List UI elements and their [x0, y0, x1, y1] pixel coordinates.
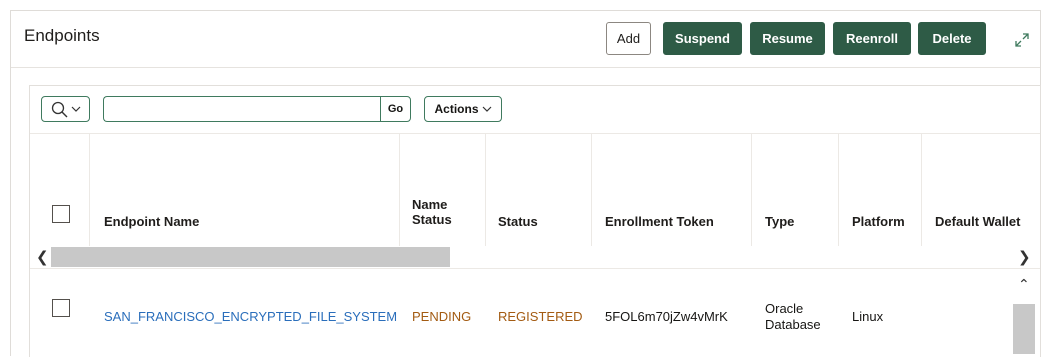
- column-separator: [89, 134, 90, 246]
- resume-button[interactable]: Resume: [750, 22, 825, 55]
- column-header-name-status-line2: Status: [412, 212, 452, 227]
- column-separator: [591, 134, 592, 246]
- column-header-name-status[interactable]: Name Status: [412, 197, 452, 227]
- column-separator: [921, 134, 922, 246]
- go-button[interactable]: Go: [380, 96, 411, 122]
- type-cell-line1: Oracle: [765, 301, 804, 316]
- select-all-checkbox[interactable]: [52, 205, 70, 223]
- column-separator: [838, 134, 839, 246]
- chevron-down-icon: [71, 106, 80, 112]
- column-header-status[interactable]: Status: [498, 214, 538, 229]
- scroll-up-icon[interactable]: ⌃: [1018, 276, 1030, 293]
- search-column-menu[interactable]: [41, 96, 90, 122]
- vertical-scroll-thumb[interactable]: [1013, 304, 1035, 354]
- search-input[interactable]: [103, 96, 380, 122]
- row-select-checkbox[interactable]: [52, 299, 70, 317]
- enrollment-token-cell: 5FOL6m70jZw4vMrK: [605, 309, 728, 324]
- add-button[interactable]: Add: [606, 22, 651, 55]
- column-separator: [751, 134, 752, 246]
- actions-menu-button[interactable]: Actions: [424, 96, 502, 122]
- endpoint-name-link[interactable]: SAN_FRANCISCO_ENCRYPTED_FILE_SYSTEM: [104, 309, 397, 325]
- type-cell-line2: Database: [765, 317, 821, 332]
- column-separator: [399, 134, 400, 246]
- report-grid: Go Actions Endpoint Name Name Status Sta…: [29, 85, 1041, 358]
- column-header-endpoint-name[interactable]: Endpoint Name: [104, 214, 199, 229]
- column-separator: [485, 134, 486, 246]
- grid-header-top-line: [30, 133, 1040, 134]
- region-title: Endpoints: [24, 26, 100, 45]
- actions-label: Actions: [434, 102, 479, 116]
- name-status-cell: PENDING: [412, 309, 472, 324]
- endpoints-region: Endpoints Add Suspend Resume Reenroll De…: [10, 10, 1041, 358]
- horizontal-scrollbar[interactable]: ❮ ❯: [30, 246, 1040, 268]
- delete-button[interactable]: Delete: [918, 22, 986, 55]
- status-cell: REGISTERED: [498, 309, 583, 324]
- expand-icon[interactable]: [1014, 32, 1030, 48]
- platform-cell: Linux: [852, 309, 884, 324]
- horizontal-scroll-thumb[interactable]: [51, 247, 450, 267]
- column-header-name-status-line1: Name: [412, 197, 448, 212]
- scroll-right-icon[interactable]: ❯: [1018, 248, 1031, 266]
- search-icon: [51, 101, 67, 117]
- scroll-left-icon[interactable]: ❮: [36, 248, 49, 266]
- suspend-button[interactable]: Suspend: [663, 22, 742, 55]
- reenroll-button[interactable]: Reenroll: [833, 22, 911, 55]
- column-header-default-wallet[interactable]: Default Wallet: [935, 214, 1020, 229]
- chevron-down-icon: [482, 106, 491, 112]
- region-header-divider: [11, 67, 1040, 68]
- column-header-enrollment-token[interactable]: Enrollment Token: [605, 214, 714, 229]
- grid-body-top-line: [30, 268, 1040, 269]
- type-cell: Oracle Database: [765, 301, 821, 333]
- column-header-type[interactable]: Type: [765, 214, 794, 229]
- column-header-platform[interactable]: Platform: [852, 214, 905, 229]
